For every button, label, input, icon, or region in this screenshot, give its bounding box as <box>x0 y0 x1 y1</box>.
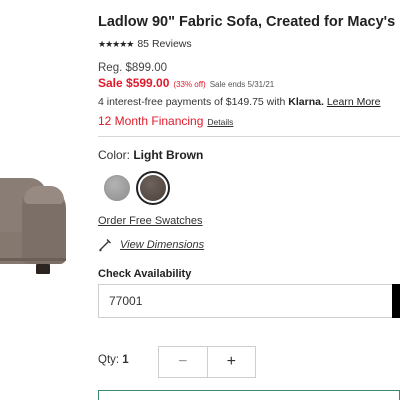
discount-percent: (33% off) <box>173 80 206 89</box>
rating-row: ★★★★★ 85 Reviews <box>98 38 192 50</box>
regular-price: Reg. $899.00 <box>98 62 168 74</box>
sale-price: Sale $599.00 <box>98 76 170 90</box>
zip-code-input[interactable] <box>98 284 398 318</box>
product-title: Ladlow 90" Fabric Sofa, Created for Macy… <box>98 14 396 30</box>
reviews-link[interactable]: 85 Reviews <box>137 38 191 50</box>
quantity-value: 1 <box>122 354 129 366</box>
dimensions-row[interactable]: View Dimensions <box>98 238 204 252</box>
quantity-label: Qty: 1 <box>98 354 129 366</box>
quantity-label-text: Qty: <box>98 354 123 366</box>
star-rating-icon: ★★★★★ <box>98 38 134 49</box>
klarna-learn-more-link[interactable]: Learn More <box>327 96 381 108</box>
add-to-bag-button[interactable] <box>98 390 400 400</box>
financing-text: 12 Month Financing <box>98 114 204 128</box>
selected-color: Light Brown <box>133 148 204 162</box>
sale-end-date: Sale ends 5/31/21 <box>209 80 275 89</box>
check-availability-button[interactable] <box>392 284 400 318</box>
quantity-decrease-button[interactable]: − <box>159 347 208 377</box>
sofa-arm-top <box>24 186 64 204</box>
financing-row: 12 Month Financing Details <box>98 114 233 128</box>
color-label: Color: Light Brown <box>98 148 203 162</box>
klarna-row: 4 interest-free payments of $149.75 with… <box>98 96 381 108</box>
sale-row: Sale $599.00 (33% off) Sale ends 5/31/21 <box>98 76 274 90</box>
check-availability-label: Check Availability <box>98 268 192 280</box>
klarna-text: 4 interest-free payments of $149.75 with <box>98 96 289 108</box>
quantity-stepper: − + <box>158 346 256 378</box>
view-dimensions-link[interactable]: View Dimensions <box>120 239 204 251</box>
product-image[interactable] <box>0 150 70 280</box>
sofa-piping <box>0 258 66 261</box>
order-free-swatches-link[interactable]: Order Free Swatches <box>98 215 203 227</box>
swatch-light-brown[interactable] <box>140 175 166 201</box>
quantity-increase-button[interactable]: + <box>207 347 255 377</box>
pencil-ruler-icon <box>99 239 111 252</box>
financing-details-link[interactable]: Details <box>207 117 233 127</box>
klarna-brand: Klarna. <box>288 96 324 108</box>
color-label-text: Color: <box>98 148 134 162</box>
sofa-leg <box>36 264 50 274</box>
divider <box>98 136 400 137</box>
swatch-grey[interactable] <box>104 175 130 201</box>
